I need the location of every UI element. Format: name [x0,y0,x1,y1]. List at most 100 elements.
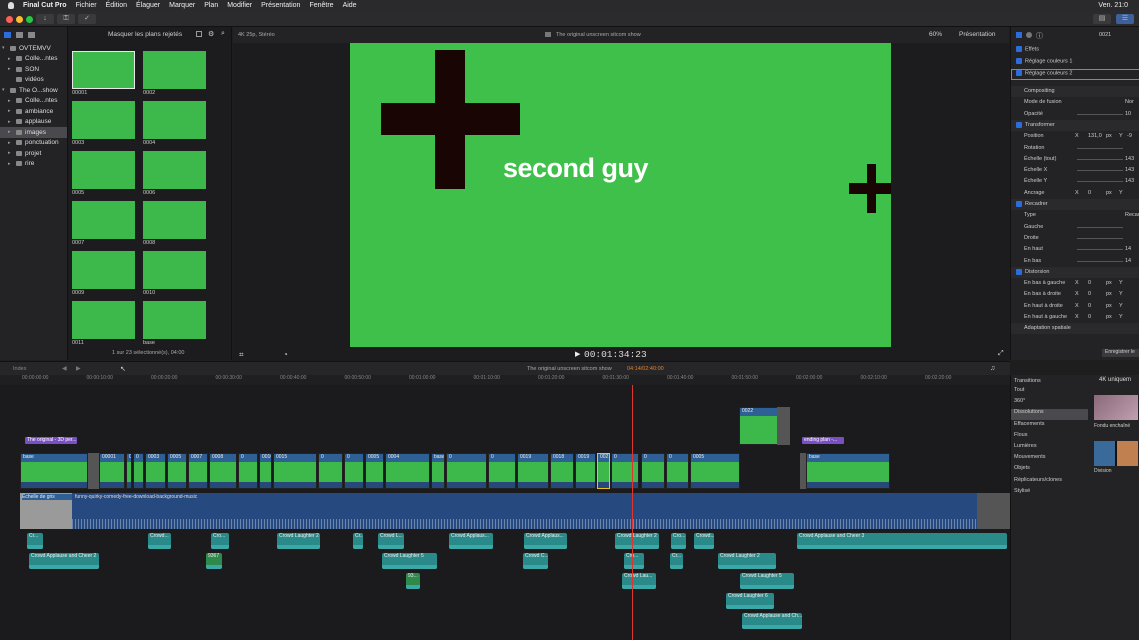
inspector-row[interactable]: Droite [1011,233,1139,244]
inspector-row[interactable]: En bas 14 [1011,256,1139,267]
audio-clip[interactable]: Crowd Laughter 2 [718,553,776,569]
clip-thumbnail[interactable] [72,301,135,339]
arrow-tool-icon[interactable]: ↖ [120,365,126,373]
index-button[interactable]: Index [13,366,26,372]
effects-checkbox[interactable] [1016,46,1022,52]
audio-icon[interactable]: ♫ [990,365,995,372]
slider-track[interactable] [1077,237,1123,239]
library-item[interactable]: ▸ ambiance [0,106,67,117]
forward-icon[interactable]: ▶ [76,365,81,372]
audio-clip[interactable]: Crowd Laughter 6 [726,593,774,609]
inspector-toggle-icon[interactable]: ☰ [1116,14,1134,24]
menu-aide[interactable]: Aide [343,2,357,9]
library-item[interactable]: ▾ OVTEMVV [0,43,67,54]
axis-x-value[interactable]: 0 [1088,291,1091,297]
effect-color-2[interactable]: Réglage couleurs 2 [1011,69,1139,80]
inspector-value[interactable]: Recad [1125,212,1139,218]
resolution-filter[interactable]: 4K uniquem [1099,377,1131,383]
library-item[interactable]: ▸ Colle...ntes [0,54,67,65]
timeline-ruler[interactable]: 00:00:00:00 00:00:10:00 00:00:20:00 00:00:3… [0,375,1010,385]
inspector-value[interactable]: 143 [1125,178,1134,184]
storyline-clip[interactable]: base [806,453,890,489]
audio-clip[interactable]: Crowd Laughter 5 [740,573,794,589]
settings-icon[interactable]: ⚙ [208,30,214,38]
audio-clip[interactable]: Cr... [670,553,683,569]
section-checkbox[interactable] [1016,201,1022,207]
transition-category[interactable]: 360° [1011,398,1088,409]
gap-clip[interactable] [777,407,790,445]
menu-modifier[interactable]: Modifier [227,2,252,9]
disclosure-icon[interactable]: ▸ [8,129,16,135]
slider-track[interactable] [1077,181,1123,183]
search-icon[interactable]: ⌕ [221,30,225,38]
library-toggle-icon[interactable]: ▤ [1093,14,1111,24]
audio-clip[interactable]: Crowd Applaus... [524,533,567,549]
clip-thumbnail[interactable] [72,101,135,139]
audio-clip[interactable]: Crowd L... [378,533,404,549]
audio-clip[interactable]: 9367 [206,553,222,569]
transition-category[interactable]: Flous [1011,432,1088,443]
inspector-value[interactable]: 14 [1125,258,1131,264]
inspector-row[interactable]: En haut 14 [1011,244,1139,255]
audio-clip[interactable]: Crowd Lau... [622,573,656,589]
menu-plan[interactable]: Plan [204,2,218,9]
storyline-clip[interactable]: 0 [344,453,364,489]
inspector-row[interactable]: Opacité 10 [1011,109,1139,120]
clip-thumbnail[interactable] [143,251,206,289]
storyline-clip[interactable]: 0005 [167,453,187,489]
clip-thumbnail[interactable] [143,151,206,189]
back-icon[interactable]: ◀ [62,365,67,372]
clip-thumbnail[interactable] [143,51,206,89]
photos-icon[interactable] [16,32,23,38]
transition-category[interactable]: Lumières [1011,443,1088,454]
clip-thumbnail[interactable] [72,51,135,89]
clip-thumbnail[interactable] [143,301,206,339]
slider-track[interactable] [1077,249,1123,251]
filter-popup[interactable]: Masquer les plans rejetés [108,31,182,38]
storyline-clip[interactable]: 0007 [188,453,208,489]
transition-category[interactable]: Tout [1011,387,1088,398]
gap-clip[interactable] [88,453,99,489]
title-clip[interactable]: ending plan -... [802,437,844,444]
storyline-clip[interactable]: base [20,453,88,489]
speed-icon[interactable]: ◔ [283,350,288,359]
clip-thumbnail[interactable] [143,201,206,239]
slider-track[interactable] [1077,113,1123,115]
storyline-clip[interactable]: 00001 [99,453,125,489]
background-tasks-icon[interactable]: ✓ [78,14,96,24]
audio-clip[interactable]: Crowd Laughter 5 [382,553,437,569]
storyline-clip[interactable]: 0003 [145,453,166,489]
audio-clip[interactable]: Cro... [671,533,686,549]
effects-header[interactable]: Effets [1011,46,1139,57]
storyline-clip[interactable]: 0015 [273,453,317,489]
inspector-row[interactable]: Échelle (tout) 143 [1011,154,1139,165]
audio-clip[interactable]: Crowd... [148,533,171,549]
axis-x-value[interactable]: 0 [1088,280,1091,286]
greyscale-clip[interactable]: Échelle de gris [20,493,72,529]
division-thumb[interactable] [1094,441,1138,466]
play-button[interactable]: ▶ [575,350,580,358]
disclosure-icon[interactable]: ▾ [2,45,10,51]
inspector-row[interactable]: Position X 131,0 px Y -9 [1011,131,1139,142]
audio-clip[interactable]: Crowd Applaus... [449,533,493,549]
clip-thumbnail[interactable] [143,101,206,139]
inspector-row[interactable]: Échelle X 143 [1011,165,1139,176]
connected-clip[interactable]: 0022 [739,407,778,445]
inspector-row[interactable]: Mode de fusion Nor [1011,97,1139,108]
fondu-thumb[interactable] [1094,395,1138,420]
section-checkbox[interactable] [1016,268,1022,275]
axis-x-value[interactable]: 0 [1088,303,1091,309]
storyline-clip[interactable]: 0010 [259,453,272,489]
inspector-row[interactable]: Gauche [1011,222,1139,233]
import-icon[interactable]: ↓ [36,14,54,24]
storyline-clip[interactable]: 0 [238,453,258,489]
effect-color-1[interactable]: Réglage couleurs 1 [1011,58,1139,69]
menu-edition[interactable]: Édition [106,2,127,9]
fullscreen-icon[interactable]: ⤢ [998,350,1004,358]
slider-track[interactable] [1077,147,1123,149]
transition-category[interactable]: Mouvements [1011,454,1088,465]
zoom-popup[interactable]: 60% [929,31,942,38]
inspector-row[interactable]: Rotation [1011,143,1139,154]
color-inspector-icon[interactable] [1026,32,1032,38]
storyline-clip[interactable]: 0 [611,453,639,489]
